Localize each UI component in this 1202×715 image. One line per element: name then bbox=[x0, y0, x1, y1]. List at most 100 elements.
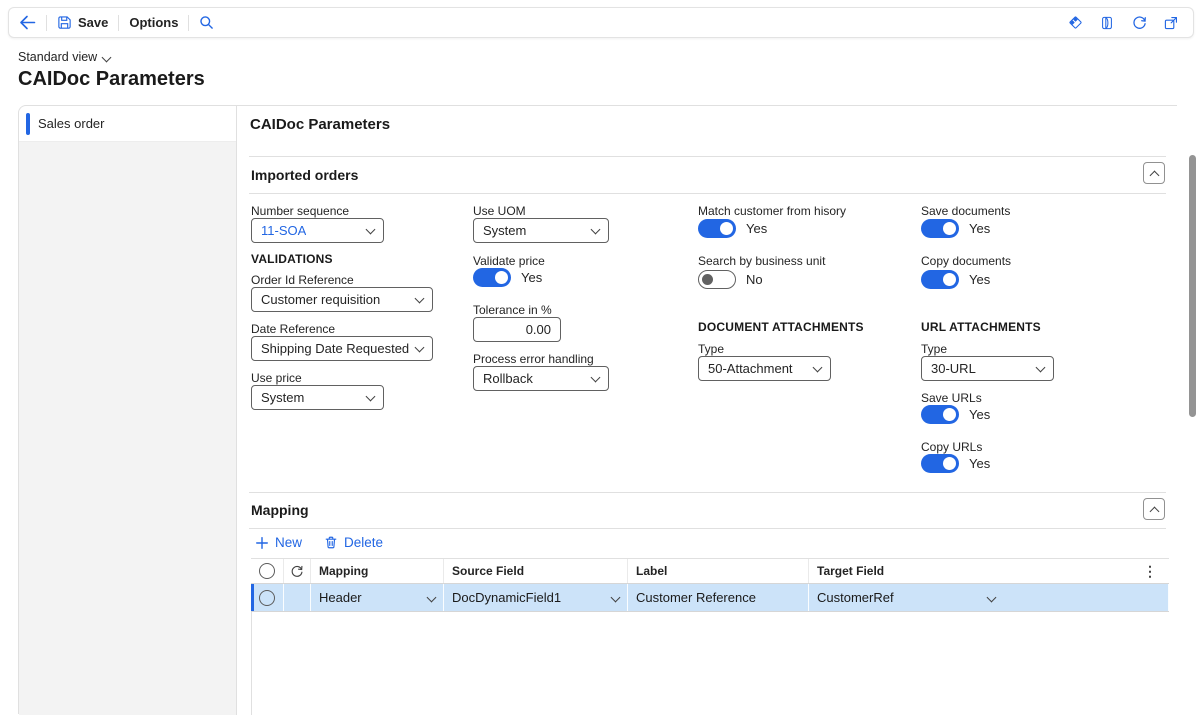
refresh-button[interactable] bbox=[1125, 10, 1153, 36]
toggle-off bbox=[698, 270, 736, 289]
selection-accent-bar bbox=[26, 113, 30, 135]
cell-source-field[interactable]: DocDynamicField1 bbox=[444, 584, 628, 611]
save-icon bbox=[57, 15, 72, 30]
sidebar-item-label: Sales order bbox=[38, 116, 104, 131]
chevron-down-icon bbox=[102, 52, 112, 62]
divider bbox=[249, 156, 1166, 157]
save-documents-toggle[interactable]: Yes bbox=[921, 219, 990, 238]
main-panel: CAIDoc Parameters Imported orders Number… bbox=[237, 106, 1178, 715]
match-customer-toggle[interactable]: Yes bbox=[698, 219, 767, 238]
document-type-combobox[interactable]: 50-Attachment bbox=[698, 356, 831, 381]
collapse-imported-orders-button[interactable] bbox=[1143, 162, 1165, 184]
radio-icon bbox=[259, 563, 275, 579]
toggle-on bbox=[921, 405, 959, 424]
new-button[interactable]: New bbox=[255, 535, 302, 550]
match-customer-label: Match customer from hisory bbox=[698, 204, 846, 218]
validate-price-toggle[interactable]: Yes bbox=[473, 268, 542, 287]
book-button[interactable] bbox=[1093, 10, 1121, 36]
divider bbox=[249, 193, 1166, 194]
chevron-down-icon bbox=[813, 362, 823, 372]
document-type-label: Type bbox=[698, 342, 724, 356]
cell-mapping[interactable]: Header bbox=[311, 584, 444, 611]
chevron-down-icon bbox=[415, 342, 425, 352]
copy-urls-label: Copy URLs bbox=[921, 440, 982, 454]
view-selector[interactable]: Standard view bbox=[18, 50, 110, 64]
save-urls-toggle[interactable]: Yes bbox=[921, 405, 990, 424]
date-reference-combobox[interactable]: Shipping Date Requested bbox=[251, 336, 433, 361]
order-id-reference-combobox[interactable]: Customer requisition bbox=[251, 287, 433, 312]
command-bar: Save Options bbox=[8, 7, 1194, 38]
toggle-on bbox=[473, 268, 511, 287]
vertical-scrollbar[interactable] bbox=[1189, 112, 1197, 710]
cell-target-field[interactable]: CustomerRef bbox=[809, 584, 1169, 611]
use-price-combobox[interactable]: System bbox=[251, 385, 384, 410]
column-header-source-field[interactable]: Source Field bbox=[444, 559, 628, 583]
copy-documents-label: Copy documents bbox=[921, 254, 1011, 268]
section-title-mapping: Mapping bbox=[251, 502, 309, 518]
divider bbox=[249, 528, 1166, 529]
row-selection-bar bbox=[251, 584, 254, 611]
table-row[interactable]: Header DocDynamicField1 Customer Referen… bbox=[251, 584, 1169, 612]
trash-icon bbox=[324, 535, 338, 550]
validate-price-label: Validate price bbox=[473, 254, 545, 268]
search-by-business-unit-toggle[interactable]: No bbox=[698, 270, 763, 289]
row-sync-cell bbox=[284, 584, 311, 611]
toggle-on bbox=[921, 219, 959, 238]
mapping-grid-header: Mapping Source Field Label Target Field … bbox=[251, 558, 1169, 584]
url-type-combobox[interactable]: 30-URL bbox=[921, 356, 1054, 381]
search-by-business-unit-label: Search by business unit bbox=[698, 254, 825, 268]
apps-diamond-icon bbox=[1067, 14, 1084, 31]
process-error-handling-label: Process error handling bbox=[473, 352, 594, 366]
column-header-label[interactable]: Label bbox=[628, 559, 809, 583]
kebab-menu-icon[interactable]: ⋮ bbox=[1139, 563, 1161, 580]
save-documents-label: Save documents bbox=[921, 204, 1010, 218]
content-card: Sales order CAIDoc Parameters Imported o… bbox=[18, 105, 1177, 714]
sidebar-item-sales-order[interactable]: Sales order bbox=[19, 106, 236, 142]
use-uom-combobox[interactable]: System bbox=[473, 218, 609, 243]
plus-icon bbox=[255, 536, 269, 550]
view-selector-label: Standard view bbox=[18, 50, 97, 64]
delete-button[interactable]: Delete bbox=[324, 535, 383, 550]
grid-left-border bbox=[251, 612, 252, 715]
toggle-on bbox=[698, 219, 736, 238]
open-in-new-window-button[interactable] bbox=[1157, 10, 1185, 36]
validations-group-header: VALIDATIONS bbox=[251, 252, 333, 266]
save-urls-label: Save URLs bbox=[921, 391, 982, 405]
search-button[interactable] bbox=[189, 8, 224, 37]
mapping-grid-toolbar: New Delete bbox=[255, 535, 383, 550]
select-all-radio[interactable] bbox=[251, 559, 284, 583]
back-button[interactable] bbox=[9, 8, 46, 37]
back-icon bbox=[19, 15, 36, 30]
divider bbox=[249, 492, 1166, 493]
options-label: Options bbox=[129, 15, 178, 30]
copy-urls-toggle[interactable]: Yes bbox=[921, 454, 990, 473]
book-icon bbox=[1099, 15, 1115, 31]
collapse-mapping-button[interactable] bbox=[1143, 498, 1165, 520]
refresh-icon bbox=[1131, 14, 1148, 31]
url-attachments-group-header: URL ATTACHMENTS bbox=[921, 320, 1041, 334]
panel-title: CAIDoc Parameters bbox=[250, 116, 390, 133]
cell-label[interactable]: Customer Reference bbox=[628, 584, 809, 611]
chevron-down-icon bbox=[366, 391, 376, 401]
scrollbar-thumb[interactable] bbox=[1189, 155, 1196, 417]
save-button[interactable]: Save bbox=[47, 8, 118, 37]
row-radio[interactable] bbox=[251, 584, 284, 611]
chevron-down-icon bbox=[987, 593, 997, 603]
process-error-handling-combobox[interactable]: Rollback bbox=[473, 366, 609, 391]
number-sequence-combobox[interactable]: 11-SOA bbox=[251, 218, 384, 243]
sync-icon bbox=[290, 564, 304, 578]
apps-diamond-button[interactable] bbox=[1061, 10, 1089, 36]
radio-icon bbox=[259, 590, 275, 606]
search-icon bbox=[199, 15, 214, 30]
column-header-mapping[interactable]: Mapping bbox=[311, 559, 444, 583]
copy-documents-toggle[interactable]: Yes bbox=[921, 270, 990, 289]
open-in-new-window-icon bbox=[1163, 15, 1179, 31]
chevron-down-icon bbox=[427, 593, 437, 603]
toggle-on bbox=[921, 270, 959, 289]
options-button[interactable]: Options bbox=[119, 8, 188, 37]
document-attachments-group-header: DOCUMENT ATTACHMENTS bbox=[698, 320, 864, 334]
chevron-down-icon bbox=[591, 372, 601, 382]
sync-column-header[interactable] bbox=[284, 559, 311, 583]
column-header-target-field[interactable]: Target Field ⋮ bbox=[809, 559, 1169, 583]
tolerance-input[interactable]: 0.00 bbox=[473, 317, 561, 342]
